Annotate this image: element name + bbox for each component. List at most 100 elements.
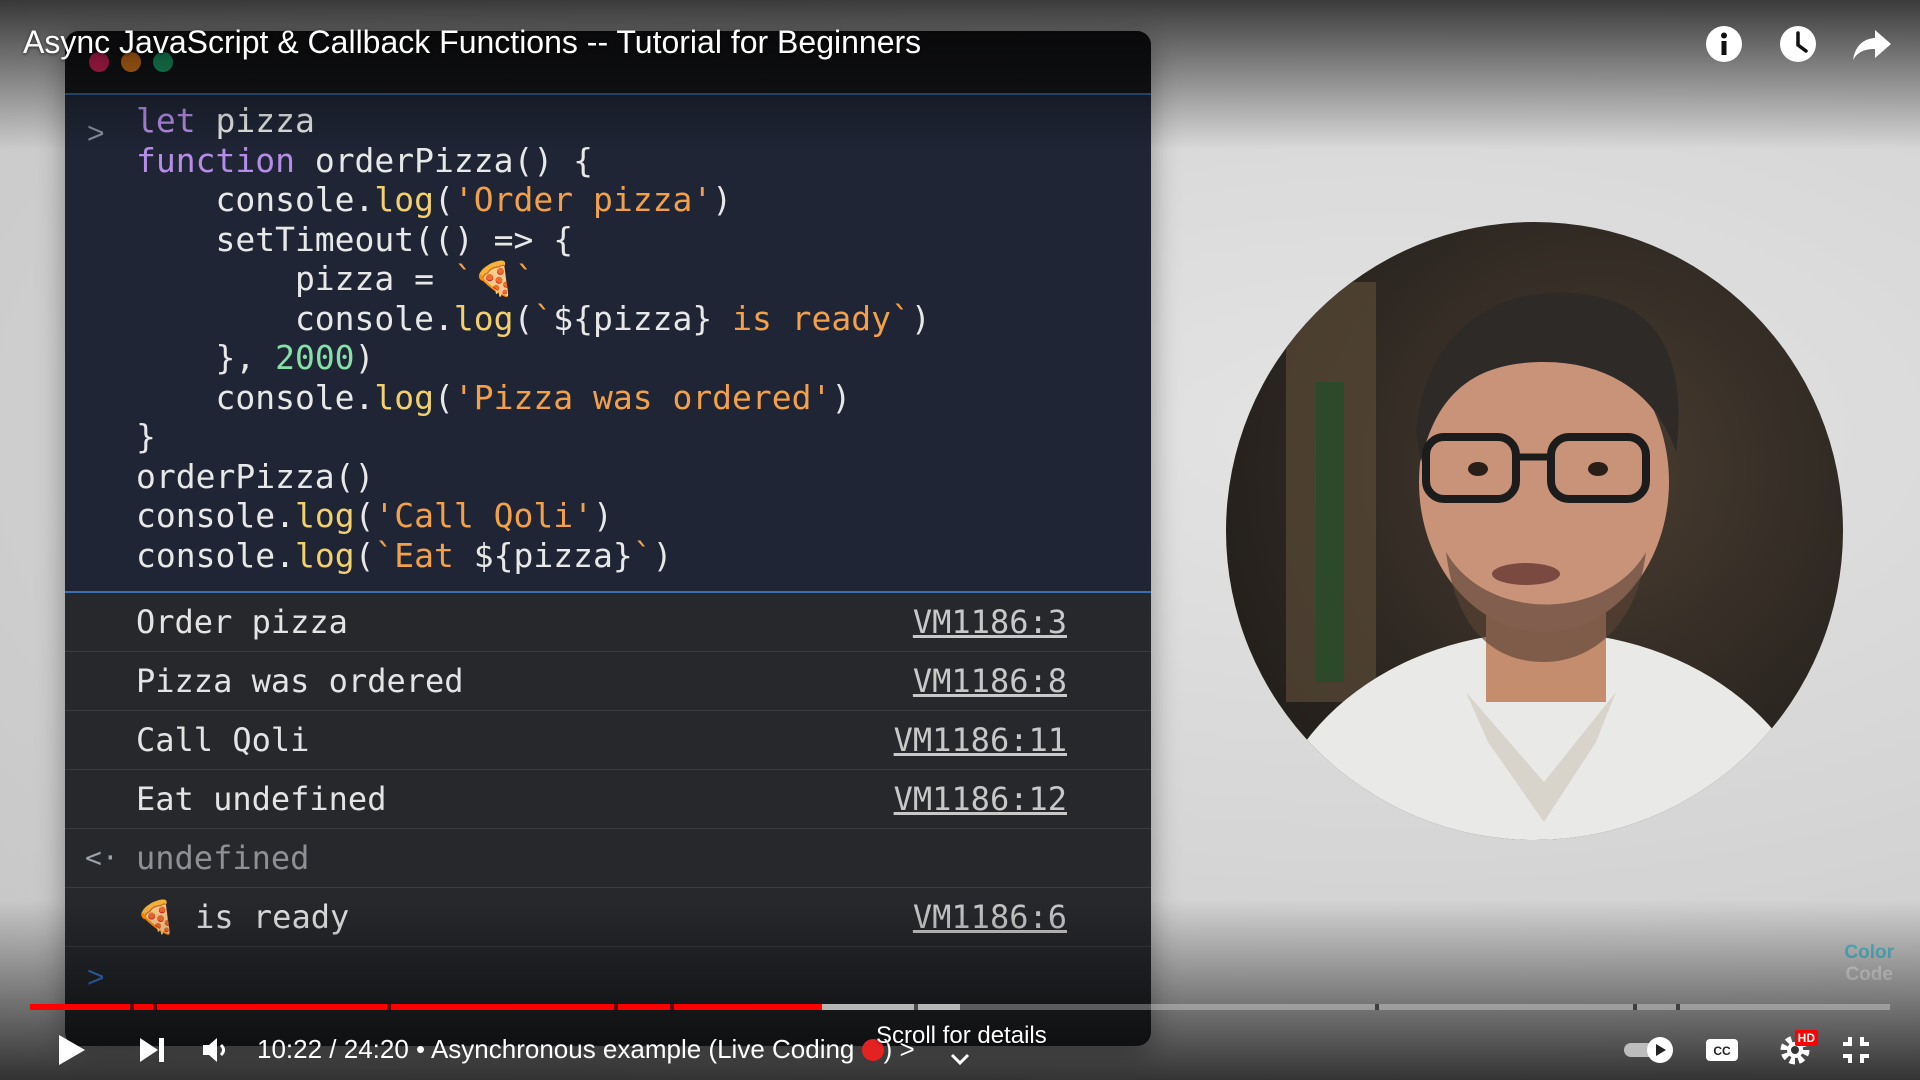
share-arrow-icon xyxy=(1853,30,1891,60)
code-token: ) xyxy=(652,535,673,575)
code-token: log xyxy=(453,298,514,338)
time-and-chapter: 10:22 / 24:20 • Asynchronous example (Li… xyxy=(257,1034,915,1065)
hd-badge: HD xyxy=(1794,1030,1818,1046)
code-token: log xyxy=(294,535,355,575)
logo-line-1: Color xyxy=(1844,942,1894,963)
chapter-marker xyxy=(913,1004,918,1010)
video-title: Async JavaScript & Callback Functions --… xyxy=(23,24,922,60)
console-output: Order pizza VM1186:3 Pizza was ordered VM11… xyxy=(65,593,1151,947)
chapter-title[interactable]: • Asynchronous example (Live Coding xyxy=(416,1034,854,1064)
code-prompt-chevron: > xyxy=(87,117,105,150)
console-entry: Eat undefined VM1186:12 xyxy=(65,770,1151,829)
code-block: let pizza function orderPizza() { consol… xyxy=(136,101,931,575)
console-source-link[interactable]: VM1186:6 xyxy=(913,898,1067,936)
code-token: ) xyxy=(910,298,931,338)
chapter-marker xyxy=(152,1004,157,1010)
code-token: 'Order pizza' xyxy=(453,180,713,219)
code-token: pizza = xyxy=(136,259,454,298)
volume-button[interactable] xyxy=(196,1030,236,1070)
console-entry: 🍕 is ready VM1186:6 xyxy=(65,888,1151,947)
presenter-image xyxy=(1265,282,1823,840)
watch-later-button[interactable] xyxy=(1776,22,1820,66)
cc-icon: CC xyxy=(1706,1039,1738,1061)
code-token: pizza xyxy=(195,101,315,140)
scroll-for-details[interactable]: Scroll for details xyxy=(876,1022,1047,1050)
code-token: console. xyxy=(136,180,375,219)
chapter-marker xyxy=(1374,1004,1379,1010)
code-token: ( xyxy=(354,496,375,535)
chevron-down-icon[interactable] xyxy=(950,1052,970,1070)
code-token: ` xyxy=(533,298,554,338)
code-token: ) xyxy=(712,180,733,219)
console-source-link[interactable]: VM1186:3 xyxy=(913,603,1067,641)
code-token: console. xyxy=(136,496,295,535)
share-button[interactable] xyxy=(1850,22,1894,66)
chapter-marker xyxy=(130,1004,135,1010)
console-source-link[interactable]: VM1186:11 xyxy=(894,721,1067,759)
console-entry: <· undefined xyxy=(65,829,1151,888)
code-token: console. xyxy=(136,535,295,575)
code-token: 2000 xyxy=(275,338,355,377)
code-token: ( xyxy=(434,180,454,219)
code-token: orderPizza() { xyxy=(294,140,593,180)
console-message: Eat undefined xyxy=(136,780,387,818)
captions-button[interactable]: CC xyxy=(1704,1032,1740,1068)
code-token: 'Call Qoli' xyxy=(374,496,593,535)
code-token: ( xyxy=(434,377,454,417)
code-token: `Eat xyxy=(374,535,474,575)
code-token: ${pizza} xyxy=(553,298,713,338)
presenter-video xyxy=(1226,222,1843,840)
info-icon xyxy=(1706,26,1742,62)
code-token: log xyxy=(374,180,435,219)
console-message: Order pizza xyxy=(136,603,348,641)
code-token: is ready` xyxy=(712,298,911,338)
code-token: console. xyxy=(136,298,454,338)
chapter-marker xyxy=(669,1004,674,1010)
progress-played xyxy=(30,1004,823,1010)
code-token: log xyxy=(294,496,355,535)
code-token: ) xyxy=(592,496,613,535)
logo-line-2: Code xyxy=(1845,964,1893,985)
top-actions xyxy=(1702,22,1894,66)
devtools-console-window: > let pizza function orderPizza() { cons… xyxy=(65,31,1151,1046)
chapter-marker xyxy=(1676,1004,1681,1010)
console-entry: Order pizza VM1186:3 xyxy=(65,593,1151,652)
console-message: Pizza was ordered xyxy=(136,662,464,700)
code-token: `🍕` xyxy=(453,259,535,298)
code-input-block: > let pizza function orderPizza() { cons… xyxy=(65,95,1151,593)
autoplay-toggle-icon xyxy=(1624,1037,1673,1063)
code-token: ${pizza} xyxy=(473,535,633,575)
return-arrow-icon: <· xyxy=(85,841,119,874)
code-token: }, xyxy=(136,338,276,377)
console-message: undefined xyxy=(136,839,310,877)
play-button[interactable] xyxy=(52,1030,92,1070)
settings-button[interactable]: HD xyxy=(1772,1028,1818,1072)
code-token: function xyxy=(136,140,295,180)
svg-text:CC: CC xyxy=(1713,1044,1731,1058)
console-entry: Pizza was ordered VM1186:8 xyxy=(65,652,1151,711)
chapter-marker xyxy=(1633,1004,1638,1010)
info-button[interactable] xyxy=(1702,22,1746,66)
code-token: ) xyxy=(354,338,375,377)
code-token: setTimeout(() => { xyxy=(136,219,574,259)
chapter-marker xyxy=(387,1004,392,1010)
channel-logo[interactable]: Color Code xyxy=(1844,942,1894,986)
exit-fullscreen-button[interactable] xyxy=(1838,1032,1874,1068)
code-token: let xyxy=(136,101,196,140)
code-token: ( xyxy=(354,535,375,575)
code-token: log xyxy=(374,377,435,417)
code-token: ) xyxy=(831,377,852,417)
autoplay-toggle[interactable] xyxy=(1622,1032,1678,1068)
code-token: orderPizza() xyxy=(136,456,375,496)
console-source-link[interactable]: VM1186:8 xyxy=(913,662,1067,700)
code-token: console. xyxy=(136,377,375,417)
next-button[interactable] xyxy=(132,1030,172,1070)
console-source-link[interactable]: VM1186:12 xyxy=(894,780,1067,818)
console-input[interactable]: > xyxy=(65,947,1151,1009)
code-token: 'Pizza was ordered' xyxy=(453,377,832,417)
console-message: Call Qoli xyxy=(136,721,310,759)
time-display: 10:22 / 24:20 xyxy=(257,1034,409,1064)
play-icon xyxy=(59,1035,85,1065)
exit-fullscreen-icon xyxy=(1843,1037,1869,1063)
progress-bar[interactable] xyxy=(30,1004,1890,1010)
